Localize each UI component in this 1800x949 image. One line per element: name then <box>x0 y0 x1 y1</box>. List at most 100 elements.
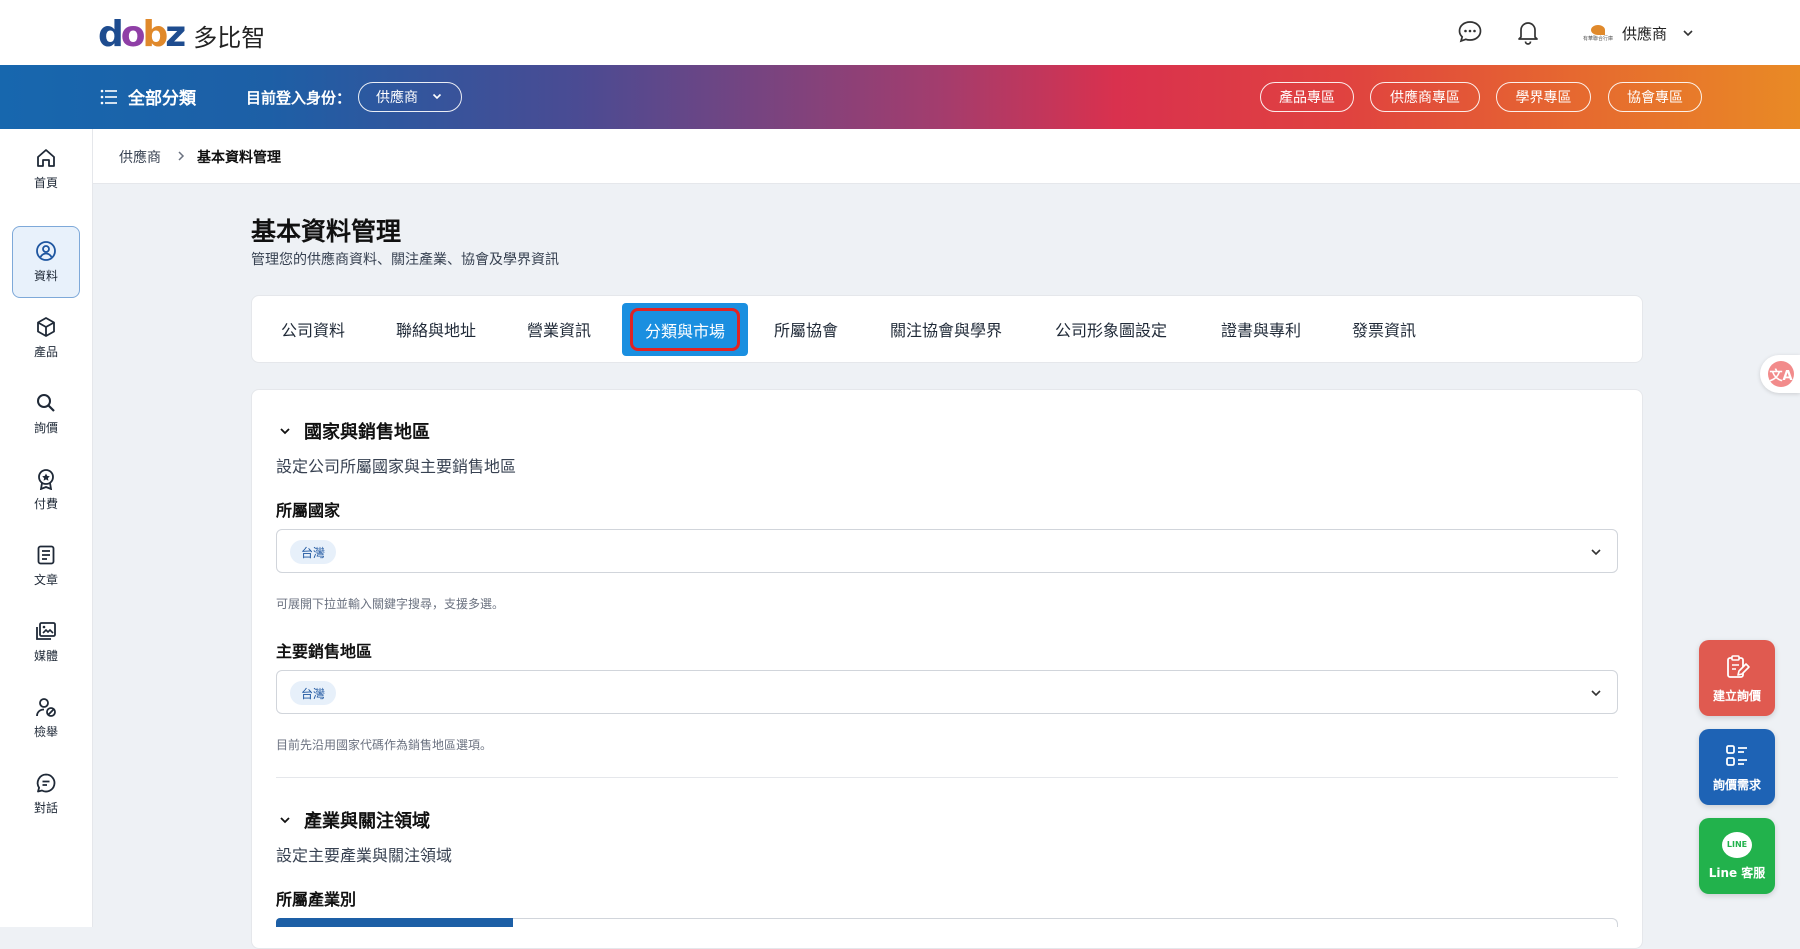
page-title: 基本資料管理 <box>251 217 402 246</box>
sidebar-item-label: 產品 <box>33 345 58 359</box>
report-user-icon <box>36 698 56 717</box>
country-hint: 可展開下拉並輸入關鍵字搜尋，支援多選。 <box>276 597 505 611</box>
line-support-label: Line 客服 <box>1708 865 1766 880</box>
sidebar-item-label: 對話 <box>33 801 58 815</box>
tab-company-image[interactable]: 公司形象圖設定 <box>1055 296 1167 362</box>
tab-bar: 公司資料 聯絡與地址 營業資訊 分類與市場 所屬協會 關注協會與學界 公司形象圖… <box>251 295 1643 363</box>
home-icon <box>37 149 55 167</box>
create-inquiry-label: 建立詢價 <box>1712 688 1761 703</box>
section-divider <box>276 777 1618 778</box>
clipboard-edit-icon <box>1727 654 1750 678</box>
category-banner: 全部分類 目前登入身份： 供應商 產品專區 供應商專區 學界專區 協會專區 <box>0 65 1800 129</box>
chat-icon <box>36 773 56 793</box>
sidebar-item-inquiry[interactable]: 詢價 <box>12 378 80 450</box>
section-region-description: 設定公司所屬國家與主要銷售地區 <box>276 457 517 476</box>
all-categories-label: 全部分類 <box>128 89 196 109</box>
section-industry-toggle[interactable]: 產業與關注領域 <box>278 807 430 833</box>
sidebar-item-label: 媒體 <box>33 649 58 663</box>
sales-region-label: 主要銷售地區 <box>276 642 373 661</box>
brand-name: 多比智 <box>193 23 266 52</box>
translate-icon: 文A <box>1768 361 1794 387</box>
chat-bubble-icon[interactable] <box>1456 18 1484 46</box>
section-industry-description: 設定主要產業與關注領域 <box>276 846 453 865</box>
sales-region-hint: 目前先沿用國家代碼作為銷售地區選項。 <box>276 738 493 752</box>
sales-region-chip[interactable]: 台灣 <box>290 681 337 705</box>
sidebar-item-articles[interactable]: 文章 <box>12 530 80 602</box>
breadcrumb-root[interactable]: 供應商 <box>119 147 161 167</box>
country-label: 所屬國家 <box>276 501 341 520</box>
page-description: 管理您的供應商資料、關注產業、協會及學界資訊 <box>251 252 559 268</box>
role-select[interactable]: 供應商 <box>358 82 462 112</box>
tab-contact-address[interactable]: 聯絡與地址 <box>396 296 476 362</box>
sidebar-item-profile[interactable]: 資料 <box>12 226 80 298</box>
tab-association[interactable]: 所屬協會 <box>774 296 838 362</box>
sidebar-item-label: 首頁 <box>33 176 58 190</box>
award-icon <box>38 469 54 490</box>
sidebar-item-chat[interactable]: 對話 <box>12 758 80 830</box>
zone-button-associations[interactable]: 協會專區 <box>1608 82 1702 112</box>
zone-button-suppliers[interactable]: 供應商專區 <box>1370 82 1480 112</box>
chevron-down-icon <box>432 93 442 100</box>
user-circle-icon <box>36 241 56 261</box>
tab-category-market[interactable]: 分類與市場 <box>622 303 748 356</box>
company-logo-text: 有華聯合行庫 <box>1582 35 1613 42</box>
sidebar-item-payment[interactable]: 付費 <box>12 454 80 526</box>
translate-button[interactable]: 文A <box>1760 355 1800 393</box>
sidebar-item-label: 付費 <box>33 497 58 511</box>
media-icon <box>36 622 56 640</box>
bell-icon[interactable] <box>1514 18 1542 46</box>
document-icon <box>37 545 55 565</box>
line-support-button[interactable]: LINE Line 客服 <box>1699 818 1775 894</box>
sales-region-select[interactable]: 台灣 <box>276 670 1618 714</box>
country-select[interactable]: 台灣 <box>276 529 1618 573</box>
login-identity-label: 目前登入身份： <box>246 89 352 107</box>
zone-button-academia[interactable]: 學界專區 <box>1496 82 1591 112</box>
user-name: 供應商 <box>1622 24 1668 43</box>
country-chip[interactable]: 台灣 <box>290 540 337 564</box>
sidebar-item-media[interactable]: 媒體 <box>12 606 80 678</box>
chevron-right-icon <box>178 151 185 161</box>
company-logo-icon <box>1591 24 1605 35</box>
list-grid-icon <box>1726 744 1747 766</box>
user-menu[interactable]: 有華聯合行庫 供應商 <box>1578 20 1695 46</box>
tab-label: 分類與市場 <box>644 321 725 341</box>
section-industry-title: 產業與關注領域 <box>304 811 430 832</box>
breadcrumb-current: 基本資料管理 <box>197 150 281 166</box>
section-region-toggle[interactable]: 國家與銷售地區 <box>278 418 430 444</box>
logo-mark-icon: dobz <box>98 14 186 55</box>
section-region-title: 國家與銷售地區 <box>304 422 430 443</box>
tab-invoice-info[interactable]: 發票資訊 <box>1352 296 1416 362</box>
sidebar-item-label: 文章 <box>33 573 58 587</box>
sidebar-item-label: 資料 <box>33 269 58 283</box>
chevron-down-icon <box>280 428 290 435</box>
chevron-down-icon <box>280 817 290 824</box>
industry-label: 所屬產業別 <box>276 890 357 909</box>
line-icon: LINE <box>1722 831 1752 858</box>
list-icon <box>100 89 117 104</box>
tab-business-info[interactable]: 營業資訊 <box>527 296 591 362</box>
create-inquiry-button[interactable]: 建立詢價 <box>1699 640 1775 716</box>
inquiry-needs-button[interactable]: 詢價需求 <box>1699 729 1775 805</box>
sidebar-item-products[interactable]: 產品 <box>12 302 80 374</box>
top-bar: dobz 多比智 有華聯合行庫 供應商 <box>0 0 1800 65</box>
tab-company-info[interactable]: 公司資料 <box>281 296 345 362</box>
tab-certificates-patents[interactable]: 證書與專利 <box>1221 296 1301 362</box>
sidebar-item-home[interactable]: 首頁 <box>12 133 80 205</box>
box-icon <box>37 317 55 337</box>
zone-button-products[interactable]: 產品專區 <box>1260 82 1354 112</box>
tab-followed-associations[interactable]: 關注協會與學界 <box>890 296 1002 362</box>
brand-logo[interactable]: dobz 多比智 <box>98 16 265 54</box>
industry-select-edge[interactable] <box>513 918 1618 927</box>
breadcrumb: 供應商 基本資料管理 <box>93 129 1800 184</box>
sidebar-item-report[interactable]: 檢舉 <box>12 682 80 754</box>
chevron-down-icon <box>1591 549 1601 556</box>
inquiry-needs-label: 詢價需求 <box>1712 777 1761 792</box>
all-categories-button[interactable]: 全部分類 <box>100 84 196 109</box>
chevron-down-icon <box>1591 690 1601 697</box>
sidebar: 首頁 資料 產品 詢價 付費 文章 媒體 檢舉 對話 <box>0 129 93 927</box>
industry-selected-tab[interactable] <box>276 918 513 927</box>
role-select-value: 供應商 <box>376 90 418 106</box>
sidebar-item-label: 檢舉 <box>33 725 58 739</box>
search-icon <box>37 394 55 412</box>
sidebar-item-label: 詢價 <box>33 421 58 435</box>
